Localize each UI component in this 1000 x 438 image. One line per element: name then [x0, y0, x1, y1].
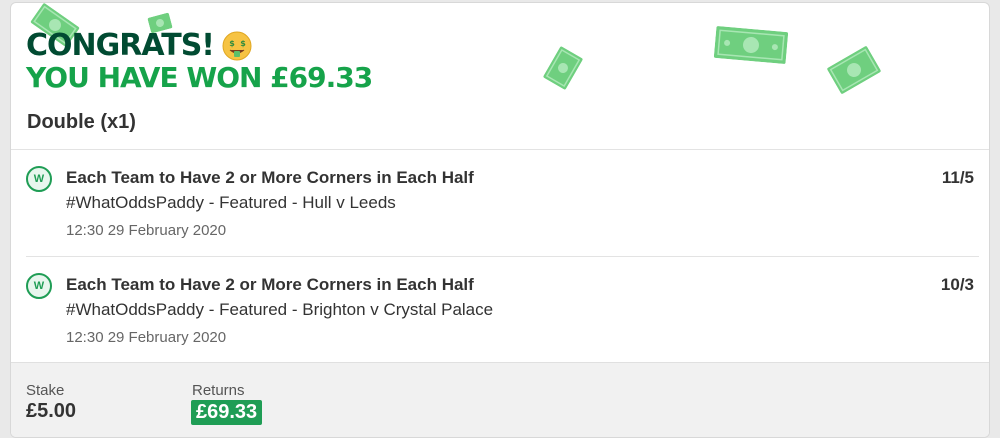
bet-result-card: CONGRATS! $ $ YOU HAVE WON £69.33 Double… [10, 2, 990, 438]
win-badge-icon: W [26, 273, 52, 299]
win-badge-icon: W [26, 166, 52, 192]
selection-row: W Each Team to Have 2 or More Corners in… [11, 150, 989, 256]
bet-type-label: Double (x1) [27, 111, 136, 133]
money-face-emoji-icon: $ $ [222, 31, 252, 61]
selection-event: #WhatOddsPaddy - Featured - Hull v Leeds [66, 193, 396, 212]
selection-row: W Each Team to Have 2 or More Corners in… [11, 257, 989, 363]
stake-label: Stake [26, 382, 65, 399]
selection-event: #WhatOddsPaddy - Featured - Brighton v C… [66, 300, 494, 319]
congrats-text: CONGRATS! [26, 28, 215, 63]
congrats-heading: CONGRATS! $ $ [26, 29, 252, 63]
bet-summary-footer: Stake £5.00 Returns £69.33 [11, 362, 989, 437]
stake-value: £5.00 [26, 400, 77, 422]
selection-odds: 10/3 [940, 275, 974, 294]
selection-market: Each Team to Have 2 or More Corners in E… [66, 168, 474, 187]
selection-time: 12:30 29 February 2020 [66, 329, 227, 346]
returns-label: Returns [192, 382, 245, 399]
result-header: CONGRATS! $ $ YOU HAVE WON £69.33 Double… [11, 3, 989, 149]
selection-odds: 11/5 [941, 168, 974, 187]
selection-market: Each Team to Have 2 or More Corners in E… [66, 275, 474, 294]
won-amount-heading: YOU HAVE WON £69.33 [26, 61, 373, 94]
returns-value: £69.33 [191, 400, 263, 425]
selection-time: 12:30 29 February 2020 [66, 222, 227, 239]
